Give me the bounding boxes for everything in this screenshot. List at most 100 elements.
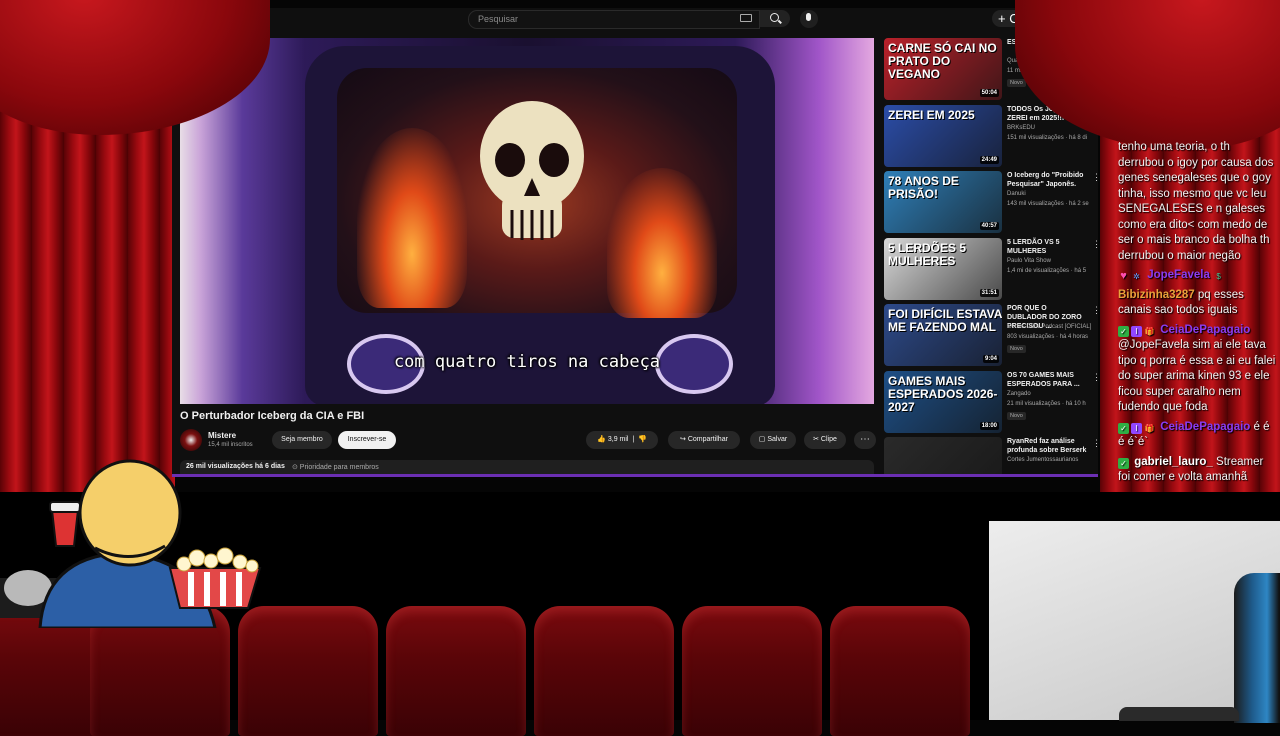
recommendation-channel[interactable]: Cortes Jumentossaurianos <box>1007 457 1078 463</box>
thumbnail-text: FOI DIFÍCIL ESTAVA ME FAZENDO MAL <box>888 307 1002 334</box>
search-icon <box>770 13 779 22</box>
chat-message: tenho uma teoria, o th derrubou o igoy p… <box>1118 140 1278 264</box>
recommendation-channel[interactable]: Paulo Vita Show <box>1007 258 1051 264</box>
gift-badge-icon: 🎁 <box>1144 423 1155 433</box>
chat-username[interactable]: CeiaDePapagaio <box>1160 324 1250 336</box>
recommendation-title[interactable]: 5 LERDÃO VS 5 MULHERES <box>1007 238 1087 256</box>
youtube-topbar: Pesquisar + C <box>172 8 1098 30</box>
video-duration: 31:51 <box>979 288 999 297</box>
theater-seat <box>534 606 674 736</box>
thumbnail-text: CARNE SÓ CAI NO PRATO DO VEGANO <box>888 41 997 81</box>
video-duration: 40:57 <box>979 222 999 230</box>
members-priority: ⊙ Prioridade para membros <box>292 464 379 471</box>
mascot-with-popcorn <box>0 459 262 628</box>
video-duration: 50:04 <box>979 89 999 97</box>
recommendation-thumbnail[interactable]: ZEREI EM 2025 24:49 <box>884 104 1002 167</box>
microphone-icon[interactable] <box>800 10 818 28</box>
subscriber-badge-icon: I <box>1131 422 1142 434</box>
video-duration: 9:04 <box>982 355 999 363</box>
search-input[interactable]: Pesquisar <box>468 10 760 29</box>
recommendation-card[interactable]: GAMES MAIS ESPERADOS 2026-2027 18:00 OS 70… <box>884 370 1098 433</box>
video-title: O Perturbador Iceberg da CIA e FBI <box>180 410 365 422</box>
new-badge: Novo <box>1007 345 1026 353</box>
more-actions-button[interactable]: ⋯ <box>854 431 876 449</box>
recommendation-card[interactable]: 5 LERDÕES 5 MULHERES 31:51 5 LERDÃO VS 5 M… <box>884 237 1098 300</box>
tv-illustration <box>305 46 775 404</box>
recommendation-title[interactable]: RyanRed faz análise profunda sobre Berse… <box>1007 437 1087 455</box>
theater-seat <box>682 606 822 736</box>
recommendation-title[interactable]: OS 70 GAMES MAIS ESPERADOS PARA ... <box>1007 371 1087 389</box>
share-label: Compartilhar <box>687 436 728 443</box>
recommendation-channel[interactable]: Cortes DON Podcast [OFICIAL] <box>1007 324 1091 330</box>
chat-username[interactable]: CeiaDePapagaio <box>1160 421 1250 433</box>
tv-screen <box>337 68 737 318</box>
flame <box>357 128 467 308</box>
keyboard-icon[interactable] <box>740 14 752 22</box>
video-duration: 18:00 <box>979 421 999 430</box>
video-player[interactable]: com quatro tiros na cabeça <box>180 38 874 404</box>
search-button[interactable] <box>760 10 790 27</box>
thumbnail-text: 78 ANOS DE PRISÃO! <box>888 174 959 201</box>
kebab-menu-icon[interactable]: ⋮ <box>1092 172 1098 183</box>
recommendation-title[interactable]: O Iceberg do "Proibido Pesquisar" Japonê… <box>1007 171 1087 189</box>
new-badge: Novo <box>1007 79 1026 87</box>
like-button[interactable]: 👍 3,9 mil | 👎 <box>586 431 658 449</box>
recommendation-thumbnail[interactable]: GAMES MAIS ESPERADOS 2026-2027 18:00 <box>884 370 1002 433</box>
like-count: 3,9 mil <box>607 436 629 443</box>
theater-seat <box>386 606 526 736</box>
heart-badge-icon: ♥ <box>1120 270 1127 282</box>
kebab-menu-icon[interactable]: ⋮ <box>1092 305 1098 316</box>
flame <box>607 168 717 318</box>
channel-name[interactable]: Mistere <box>208 431 236 440</box>
new-badge: Novo <box>1007 411 1026 420</box>
clip-button[interactable]: ✂ Clipe <box>804 431 846 449</box>
recommendation-meta: 151 mil visualizações · há 8 di <box>1007 134 1088 141</box>
save-button[interactable]: ▢ Salvar <box>750 431 796 449</box>
recommendation-thumbnail[interactable]: FOI DIFÍCIL ESTAVA ME FAZENDO MAL 9:04 <box>884 304 1002 366</box>
youtube-window: Pesquisar + C com quatro tiros na cabeça… <box>172 8 1098 477</box>
subscribe-button[interactable]: Inscrever-se <box>338 431 396 449</box>
recommendation-thumbnail[interactable]: CARNE SÓ CAI NO PRATO DO VEGANO 50:04 <box>884 38 1002 100</box>
chat-message: ✓ I 🎁 CeiaDePapagaio @JopeFavela sim ai el… <box>1118 323 1278 416</box>
recommendation-channel[interactable]: Danuki <box>1007 191 1026 197</box>
recommendation-thumbnail[interactable] <box>884 437 1002 474</box>
recommendation-channel[interactable]: BRKsEDU <box>1007 125 1035 131</box>
share-button[interactable]: ↪ Compartilhar <box>668 431 740 449</box>
recommendation-card[interactable]: RyanRed faz análise profunda sobre Berse… <box>884 437 1098 474</box>
recommendation-meta: 21 mil visualizações · há 10 h <box>1007 400 1086 407</box>
gift-badge-icon: 🎁 <box>1144 326 1155 336</box>
chair-base <box>1119 707 1239 721</box>
chat-username[interactable]: Bibizinha3287 <box>1118 289 1195 301</box>
chat-message: Bibizinha3287 pq esses canais sao todos … <box>1118 288 1278 319</box>
chat-text: tenho uma teoria, o th derrubou o igoy p… <box>1118 141 1274 262</box>
kebab-menu-icon[interactable]: ⋮ <box>1092 438 1098 449</box>
recommendation-channel[interactable]: Zangado <box>1007 391 1031 397</box>
recommendation-meta: 1,4 mi de visualizações · há 5 <box>1007 267 1087 274</box>
check-badge-icon: ✓ <box>1118 325 1129 337</box>
webcam-feed <box>989 521 1280 723</box>
check-badge-icon: ✓ <box>1118 457 1129 469</box>
chat-message: ♥ ✲ JopeFavela $ <box>1118 268 1278 284</box>
recommendation-thumbnail[interactable]: 78 ANOS DE PRISÃO! 40:57 <box>884 171 1002 233</box>
kebab-menu-icon[interactable]: ⋮ <box>1092 239 1098 250</box>
recommendation-card[interactable]: FOI DIFÍCIL ESTAVA ME FAZENDO MAL 9:04 POR… <box>884 304 1098 366</box>
subscriber-count: 15,4 mil inscritos <box>208 442 253 448</box>
channel-avatar[interactable] <box>180 429 202 451</box>
recommendation-meta: 143 mil visualizações · há 2 se <box>1007 201 1089 207</box>
chat-message: ✓ gabriel_lauro_ Streamer foi comer e vo… <box>1118 455 1278 486</box>
recommendation-card[interactable]: 78 ANOS DE PRISÃO! 40:57 O Iceberg do "Pro… <box>884 171 1098 233</box>
subscriber-badge-icon: I <box>1131 325 1142 337</box>
video-subtitle: com quatro tiros na cabeça <box>393 352 661 372</box>
search-placeholder: Pesquisar <box>478 14 519 24</box>
dislike-icon[interactable]: 👎 <box>638 436 647 443</box>
recommendation-thumbnail[interactable]: 5 LERDÕES 5 MULHERES 31:51 <box>884 237 1002 300</box>
thumbnail-text: GAMES MAIS ESPERADOS 2026-2027 <box>888 373 998 414</box>
chat-text: @JopeFavela sim ai ele tava tipo q porra… <box>1118 339 1276 413</box>
kebab-menu-icon[interactable]: ⋮ <box>1092 372 1098 383</box>
join-button[interactable]: Seja membro <box>272 431 332 449</box>
chat-username[interactable]: JopeFavela <box>1147 269 1210 281</box>
skull-icon <box>480 101 584 240</box>
description-box[interactable]: 26 mil visualizações há 6 dias ⊙ Priorid… <box>180 460 874 474</box>
theater-seat <box>830 606 970 736</box>
chat-username[interactable]: gabriel_lauro_ <box>1134 456 1213 468</box>
